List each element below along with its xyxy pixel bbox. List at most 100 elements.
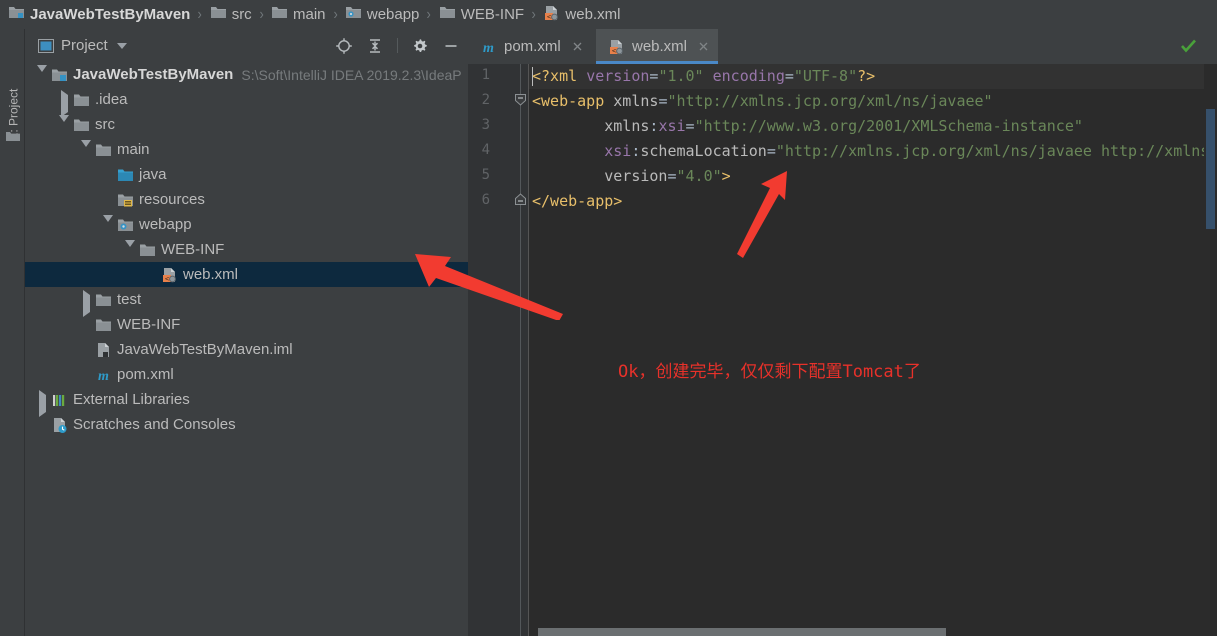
tree-row[interactable]: JavaWebTestByMaven S:\Soft\IntelliJ IDEA … [25, 62, 468, 89]
module-folder-icon [8, 5, 25, 24]
breadcrumb-item-src[interactable]: src [210, 0, 252, 29]
tree-row[interactable]: .idea [25, 87, 468, 117]
tree-collapse-icon[interactable] [101, 214, 117, 239]
code-line[interactable]: xsi:schemaLocation="http://xmlns.jcp.org… [532, 139, 1209, 164]
breadcrumb-item-webxml[interactable]: < web.xml [543, 0, 620, 29]
tree-row[interactable]: main [25, 137, 468, 164]
tree-row[interactable]: resources [25, 187, 468, 212]
tool-window-button-project[interactable]: 1: Project [2, 69, 24, 159]
tree-expand-icon[interactable] [79, 289, 95, 317]
tree-row[interactable]: WEB-INF [25, 312, 468, 337]
tree-collapse-icon[interactable] [123, 239, 139, 264]
tree-item-label: webapp [139, 216, 192, 233]
code-line[interactable]: </web-app> [532, 189, 622, 214]
collapse-all-icon[interactable] [366, 37, 384, 55]
folder-icon [439, 5, 456, 24]
code-token: = [766, 142, 776, 160]
tree-row[interactable]: < web.xml [25, 262, 468, 287]
tree-expand-icon[interactable] [57, 89, 73, 117]
folder-icon [139, 242, 156, 258]
editor-area: m pom.xml < web.xml 1 2 3 4 5 6 <?xml ve… [468, 29, 1217, 636]
tree-row[interactable]: External Libraries [25, 387, 468, 417]
code-token: > [721, 167, 731, 185]
chevron-down-icon[interactable] [116, 42, 127, 49]
tab-web-xml[interactable]: < web.xml [596, 29, 719, 64]
tree-row[interactable]: src [25, 112, 468, 139]
code-line[interactable]: <web-app xmlns="http://xmlns.jcp.org/xml… [532, 89, 993, 114]
tree-expand-icon[interactable] [35, 389, 51, 417]
tree-twisty-spacer [145, 267, 161, 283]
tab-pom-xml[interactable]: m pom.xml [468, 29, 592, 64]
tree-item-label: java [139, 166, 167, 183]
fold-collapse-icon[interactable] [514, 93, 527, 106]
tree-item-label: web.xml [183, 266, 239, 283]
breadcrumb-separator: › [333, 5, 338, 23]
code-token: <web-app [532, 92, 614, 110]
editor-vertical-scrollbar[interactable] [1204, 64, 1217, 636]
locate-icon[interactable] [335, 37, 353, 55]
minimize-icon[interactable] [442, 37, 460, 55]
tree-collapse-icon[interactable] [35, 64, 51, 89]
code-token: "4.0" [676, 167, 722, 185]
editor-tab-bar: m pom.xml < web.xml [468, 29, 1217, 64]
tree-row[interactable]: JavaWebTestByMaven.iml [25, 337, 468, 362]
tree-twisty-spacer [101, 167, 117, 183]
code-token: xsi [658, 117, 686, 135]
code-token: ?> [857, 67, 876, 85]
tree-row[interactable]: Scratches and Consoles [25, 412, 468, 437]
maven-file-icon: m [95, 367, 112, 384]
code-token: </web-app> [532, 192, 623, 210]
close-icon[interactable] [571, 40, 584, 53]
breadcrumb-separator: › [259, 5, 264, 23]
svg-text:<: < [612, 47, 616, 55]
tree-collapse-icon[interactable] [79, 139, 95, 164]
xml-file-icon: < [161, 267, 178, 283]
fold-collapse-icon-end[interactable] [514, 193, 527, 206]
tree-twisty-spacer [101, 192, 117, 208]
breadcrumb-label: JavaWebTestByMaven [30, 6, 191, 23]
editor-gutter[interactable]: 1 2 3 4 5 6 [468, 64, 528, 636]
toolbar-divider [397, 38, 398, 53]
scrollbar-thumb[interactable] [538, 628, 946, 636]
tree-row[interactable]: test [25, 287, 468, 317]
breadcrumb-item-webapp[interactable]: webapp [345, 0, 419, 29]
tab-label: pom.xml [504, 38, 561, 55]
gear-icon[interactable] [411, 37, 429, 55]
code-line[interactable]: version="4.0"> [532, 164, 731, 189]
ok-check-icon[interactable] [1180, 37, 1197, 54]
tree-row[interactable]: WEB-INF [25, 237, 468, 264]
breadcrumb-item-main[interactable]: main [271, 0, 326, 29]
folder-icon [271, 5, 288, 24]
code-token: schemaLocation [640, 142, 767, 160]
code-token: xmlns [604, 117, 650, 135]
line-number: 5 [481, 167, 490, 183]
breadcrumb-label: src [231, 6, 252, 23]
xml-file-icon: < [543, 5, 560, 25]
breadcrumb-item-project[interactable]: JavaWebTestByMaven [8, 0, 190, 29]
tree-row[interactable]: m pom.xml [25, 362, 468, 387]
code-token: version [604, 167, 668, 185]
close-icon[interactable] [697, 40, 710, 53]
tree-collapse-icon[interactable] [57, 114, 73, 139]
line-number: 3 [481, 117, 490, 133]
tree-item-path: S:\Soft\IntelliJ IDEA 2019.2.3\IdeaP [241, 66, 462, 83]
code-token: <?xml [532, 67, 587, 85]
tab-label: web.xml [632, 38, 688, 55]
code-line[interactable]: <?xml version="1.0" encoding="UTF-8"?> [529, 64, 1217, 89]
scrollbar-thumb[interactable] [1206, 109, 1215, 229]
tree-row[interactable]: webapp [25, 212, 468, 239]
code-line[interactable]: xmlns:xsi="http://www.w3.org/2001/XMLSch… [532, 114, 1083, 139]
breadcrumb-item-webinf[interactable]: WEB-INF [439, 0, 524, 29]
editor-horizontal-scrollbar[interactable] [538, 626, 1217, 636]
code-token: "1.0" [658, 67, 704, 85]
tree-row[interactable]: java [25, 162, 468, 187]
tree-item-label: WEB-INF [161, 241, 225, 258]
code-content[interactable]: <?xml version="1.0" encoding="UTF-8"?> <w… [529, 64, 1217, 636]
line-number: 6 [481, 192, 490, 208]
